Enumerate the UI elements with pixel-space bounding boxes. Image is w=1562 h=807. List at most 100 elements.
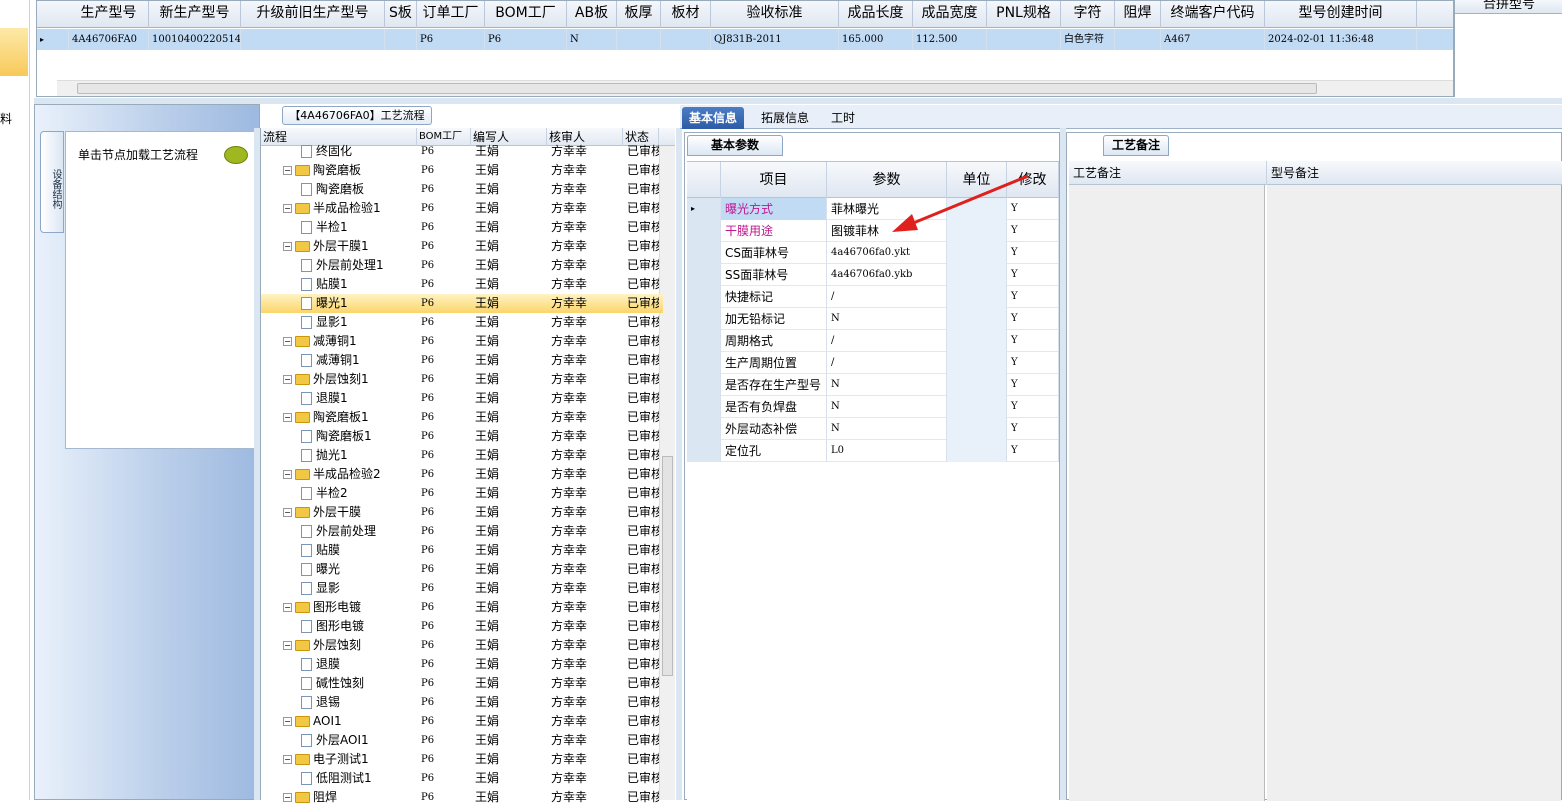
model-remark-field[interactable]	[1267, 185, 1561, 801]
param-unit-cell[interactable]	[947, 396, 1007, 418]
process-tree-node[interactable]: − 减薄铜1 P6 王娟 方幸幸 已审核	[261, 332, 663, 351]
collapse-icon[interactable]: −	[283, 755, 292, 764]
column-header[interactable]: S板	[385, 1, 417, 28]
process-tree-node[interactable]: 图形电镀 P6 王娟 方幸幸 已审核	[261, 617, 663, 636]
param-edit-cell[interactable]: Y	[1007, 352, 1059, 374]
column-header[interactable]: 生产型号	[69, 1, 149, 28]
param-edit-cell[interactable]: Y	[1007, 396, 1059, 418]
param-item-cell[interactable]: 加无铅标记	[721, 308, 827, 330]
process-tree-node[interactable]: − 外层干膜 P6 王娟 方幸幸 已审核	[261, 503, 663, 522]
scrollbar-thumb[interactable]	[77, 83, 1317, 94]
process-tree-node[interactable]: − 图形电镀 P6 王娟 方幸幸 已审核	[261, 598, 663, 617]
collapse-icon[interactable]: −	[283, 641, 292, 650]
param-param-cell[interactable]: 4a46706fa0.ykt	[827, 242, 947, 264]
collapse-icon[interactable]: −	[283, 717, 292, 726]
param-param-cell[interactable]: N	[827, 308, 947, 330]
param-param-cell[interactable]: /	[827, 352, 947, 374]
process-tree-node[interactable]: 曝光1 P6 王娟 方幸幸 已审核	[261, 294, 663, 313]
param-param-cell[interactable]: N	[827, 396, 947, 418]
param-column-header[interactable]: 项目	[721, 162, 827, 198]
param-unit-cell[interactable]	[947, 330, 1007, 352]
process-tree-node[interactable]: 碱性蚀刻 P6 王娟 方幸幸 已审核	[261, 674, 663, 693]
tab-work-hours[interactable]: 工时	[824, 107, 862, 129]
process-tree-node[interactable]: 退膜 P6 王娟 方幸幸 已审核	[261, 655, 663, 674]
param-edit-cell[interactable]: Y	[1007, 374, 1059, 396]
param-row[interactable]: CS面菲林号 4a46706fa0.ykt Y	[687, 242, 1059, 264]
param-edit-cell[interactable]: Y	[1007, 242, 1059, 264]
param-item-cell[interactable]: CS面菲林号	[721, 242, 827, 264]
collapse-icon[interactable]: −	[283, 337, 292, 346]
grid-cell[interactable]: P6	[417, 29, 485, 50]
param-unit-cell[interactable]	[947, 374, 1007, 396]
process-tree-node[interactable]: 贴膜1 P6 王娟 方幸幸 已审核	[261, 275, 663, 294]
grid-cell[interactable]: 4A46706FA0	[69, 29, 149, 50]
column-header[interactable]: 新生产型号	[149, 1, 241, 28]
grid-cell[interactable]	[385, 29, 417, 50]
equipment-structure-tab[interactable]: 设备结构	[40, 131, 64, 233]
column-header[interactable]: 板材	[661, 1, 711, 28]
process-tree-node[interactable]: 陶瓷磨板 P6 王娟 方幸幸 已审核	[261, 180, 663, 199]
column-header[interactable]: 阻焊	[1115, 1, 1161, 28]
process-tree-node[interactable]: 减薄铜1 P6 王娟 方幸幸 已审核	[261, 351, 663, 370]
param-param-cell[interactable]: L0	[827, 440, 947, 462]
process-tree-node[interactable]: − 外层蚀刻1 P6 王娟 方幸幸 已审核	[261, 370, 663, 389]
collapse-icon[interactable]: −	[283, 413, 292, 422]
column-header[interactable]: PNL规格	[987, 1, 1061, 28]
param-row[interactable]: 是否有负焊盘 N Y	[687, 396, 1059, 418]
process-tree-node[interactable]: − 陶瓷磨板1 P6 王娟 方幸幸 已审核	[261, 408, 663, 427]
column-header[interactable]: 字符	[1061, 1, 1115, 28]
param-row[interactable]: 生产周期位置 / Y	[687, 352, 1059, 374]
grid-cell[interactable]: 白色字符	[1061, 29, 1115, 50]
process-tree-node[interactable]: 外层AOI1 P6 王娟 方幸幸 已审核	[261, 731, 663, 750]
param-unit-cell[interactable]	[947, 308, 1007, 330]
column-header[interactable]: 型号创建时间	[1265, 1, 1417, 28]
param-param-cell[interactable]: N	[827, 418, 947, 440]
param-item-cell[interactable]: 外层动态补偿	[721, 418, 827, 440]
scrollbar-thumb[interactable]	[662, 456, 673, 676]
column-header[interactable]: 验收标准	[711, 1, 839, 28]
param-item-cell[interactable]: 是否存在生产型号	[721, 374, 827, 396]
collapse-icon[interactable]: −	[283, 375, 292, 384]
column-header[interactable]: 升级前旧生产型号	[241, 1, 385, 28]
tab-extended-info[interactable]: 拓展信息	[754, 107, 816, 129]
nav-selected-item[interactable]	[0, 28, 28, 76]
process-tree-node[interactable]: − 电子测试1 P6 王娟 方幸幸 已审核	[261, 750, 663, 769]
param-row[interactable]: 是否存在生产型号 N Y	[687, 374, 1059, 396]
param-item-cell[interactable]: 周期格式	[721, 330, 827, 352]
grid-cell[interactable]: A467	[1161, 29, 1265, 50]
param-param-cell[interactable]: 4a46706fa0.ykb	[827, 264, 947, 286]
column-header[interactable]: BOM工厂	[485, 1, 567, 28]
grid-cell[interactable]: P6	[485, 29, 567, 50]
param-row[interactable]: 快捷标记 / Y	[687, 286, 1059, 308]
grid-cell[interactable]	[241, 29, 385, 50]
param-item-cell[interactable]: SS面菲林号	[721, 264, 827, 286]
param-unit-cell[interactable]	[947, 352, 1007, 374]
param-row[interactable]: 外层动态补偿 N Y	[687, 418, 1059, 440]
process-tree-node[interactable]: 低阻测试1 P6 王娟 方幸幸 已审核	[261, 769, 663, 788]
grid-cell[interactable]: 112.500	[913, 29, 987, 50]
param-edit-cell[interactable]: Y	[1007, 440, 1059, 462]
process-tree-node[interactable]: − 半成品检验2 P6 王娟 方幸幸 已审核	[261, 465, 663, 484]
column-header[interactable]: 订单工厂	[417, 1, 485, 28]
param-unit-cell[interactable]	[947, 418, 1007, 440]
process-tree-node[interactable]: 抛光1 P6 王娟 方幸幸 已审核	[261, 446, 663, 465]
param-edit-cell[interactable]: Y	[1007, 308, 1059, 330]
param-param-cell[interactable]: N	[827, 374, 947, 396]
process-tree-node[interactable]: 外层前处理 P6 王娟 方幸幸 已审核	[261, 522, 663, 541]
process-tree-node[interactable]: 退锡 P6 王娟 方幸幸 已审核	[261, 693, 663, 712]
column-header[interactable]: AB板	[567, 1, 617, 28]
grid-cell[interactable]: 10010400220514	[149, 29, 241, 50]
param-item-cell[interactable]: 定位孔	[721, 440, 827, 462]
process-tree-node[interactable]: 半检2 P6 王娟 方幸幸 已审核	[261, 484, 663, 503]
basic-params-tab[interactable]: 基本参数	[687, 135, 783, 156]
process-tree-node[interactable]: − AOI1 P6 王娟 方幸幸 已审核	[261, 712, 663, 731]
process-tree-node[interactable]: 终固化 P6 王娟 方幸幸 已审核	[261, 142, 663, 161]
chat-bubble-icon[interactable]	[224, 146, 248, 164]
param-edit-cell[interactable]: Y	[1007, 264, 1059, 286]
collapse-icon[interactable]: −	[283, 242, 292, 251]
load-process-button[interactable]: 单击节点加载工艺流程	[78, 146, 198, 163]
process-tree-node[interactable]: − 外层干膜1 P6 王娟 方幸幸 已审核	[261, 237, 663, 256]
param-item-cell[interactable]: 快捷标记	[721, 286, 827, 308]
process-tree-node[interactable]: 显影1 P6 王娟 方幸幸 已审核	[261, 313, 663, 332]
collapse-icon[interactable]: −	[283, 166, 292, 175]
